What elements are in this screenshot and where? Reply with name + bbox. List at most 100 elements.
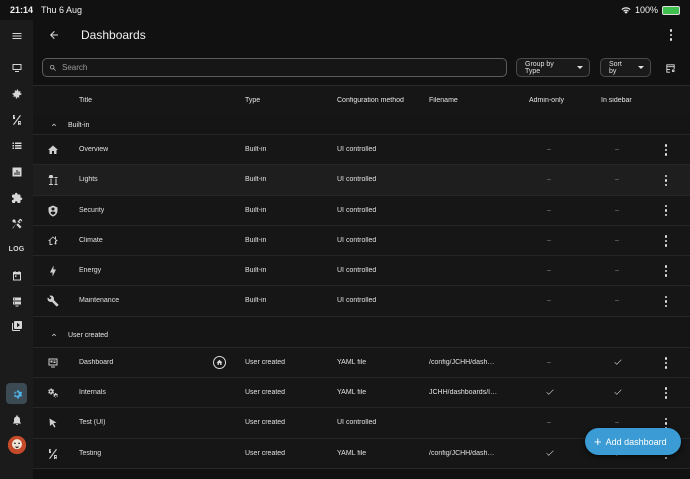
table-row[interactable]: Lights Built-in UI controlled – – (33, 165, 690, 196)
column-config[interactable]: Configuration method (337, 97, 404, 104)
cell-config: UI controlled (337, 176, 377, 184)
group-by-label: Group by Type (525, 60, 554, 75)
add-dashboard-button[interactable]: + Add dashboard (585, 428, 681, 455)
group-by-dropdown[interactable]: Group by Type (516, 58, 590, 77)
cell-sidebar: – (615, 419, 619, 427)
menu-icon[interactable] (6, 25, 27, 46)
check-icon (545, 450, 555, 460)
cursor-icon (47, 417, 59, 429)
cell-sidebar: – (615, 267, 619, 275)
notifications-icon[interactable] (6, 409, 27, 430)
row-menu-button[interactable] (663, 204, 669, 217)
row-menu-button[interactable] (663, 235, 669, 247)
cell-admin (545, 387, 555, 399)
automations-icon[interactable] (6, 83, 27, 104)
cell-title: Overview (79, 146, 109, 153)
column-title[interactable]: Title (79, 97, 92, 104)
cell-type: User created (245, 389, 286, 397)
calendar-icon[interactable] (6, 265, 27, 286)
cell-title: Climate (79, 236, 103, 244)
table-cog-icon (665, 63, 675, 73)
row-menu-button[interactable] (663, 265, 669, 277)
cell-config: UI controlled (337, 267, 377, 275)
group-header-user[interactable]: User created (33, 316, 690, 348)
sort-by-label: Sort by (609, 60, 622, 75)
column-admin[interactable]: Admin-only (529, 97, 564, 104)
chevron-up-icon (50, 121, 58, 129)
table-row[interactable]: Internals User created YAML file JCHH/dashb… (33, 378, 690, 409)
more-options-button[interactable] (664, 28, 678, 42)
row-menu-button[interactable] (663, 295, 669, 308)
page-title: Dashboards (81, 28, 146, 42)
back-button[interactable] (39, 20, 69, 50)
cell-filename: /config/JCHH/dash… (429, 358, 495, 366)
cell-sidebar: – (615, 206, 619, 214)
column-type[interactable]: Type (245, 97, 260, 104)
log-icon[interactable]: LOG (6, 239, 27, 260)
cell-title: Dashboard (79, 358, 114, 366)
cell-admin: – (547, 206, 551, 214)
user-avatar[interactable] (6, 434, 27, 455)
cell-type: Built-in (245, 176, 267, 184)
table-row[interactable]: Security Built-in UI controlled – – (33, 195, 690, 226)
row-menu-button[interactable] (663, 144, 669, 156)
battery-percent: 100% (634, 5, 658, 15)
tools-icon[interactable] (6, 213, 27, 234)
toolbar: Group by Type Sort by (33, 50, 690, 86)
cell-filename: /config/JCHH/dash… (429, 449, 495, 457)
table-row[interactable]: Energy Built-in UI controlled – – (33, 256, 690, 287)
status-time: 21:14 (10, 5, 34, 15)
table-row[interactable]: Overview Built-in UI controlled – – (33, 135, 690, 166)
overview-icon[interactable] (6, 57, 27, 78)
group-label: Built-in (68, 121, 90, 129)
check-icon (613, 359, 623, 369)
puzzle-icon[interactable] (6, 187, 27, 208)
floor-lamp-icon (47, 174, 59, 186)
cell-config: YAML file (337, 449, 367, 457)
chart-icon[interactable] (6, 161, 27, 182)
status-bar: 21:14 Thu 6 Aug 100% (0, 0, 690, 20)
cell-admin (545, 448, 555, 460)
check-icon (613, 389, 623, 399)
cell-admin: – (547, 236, 551, 244)
ab-testing-icon[interactable] (6, 109, 27, 130)
table-settings-button[interactable] (662, 60, 678, 76)
search-input[interactable] (62, 63, 462, 72)
row-menu-button[interactable] (663, 174, 669, 187)
row-menu-button[interactable] (663, 357, 669, 369)
table-row[interactable]: Dashboard User created YAML file/config/JC… (33, 347, 690, 379)
cell-title: Testing (79, 449, 102, 457)
media-icon[interactable] (6, 315, 27, 336)
cell-type: User created (245, 449, 286, 457)
cell-title: Security (79, 206, 105, 214)
settings-icon[interactable] (6, 383, 27, 404)
table-row[interactable]: Maintenance Built-in UI controlled – – (33, 286, 690, 317)
group-label: User created (68, 331, 109, 339)
sort-by-dropdown[interactable]: Sort by (600, 58, 651, 77)
log-label: LOG (8, 246, 25, 253)
app-bar: Dashboards (33, 20, 690, 50)
cell-title: Internals (79, 389, 106, 397)
column-sidebar[interactable]: In sidebar (601, 97, 632, 104)
cell-admin: – (547, 419, 551, 427)
cell-sidebar (613, 387, 623, 399)
chevron-up-icon (50, 331, 58, 339)
cell-config: YAML file (337, 358, 367, 366)
cell-sidebar: – (615, 297, 619, 305)
cell-type: Built-in (245, 267, 267, 275)
plus-icon: + (594, 434, 602, 449)
row-menu-button[interactable] (663, 387, 669, 399)
column-filename[interactable]: Filename (429, 97, 458, 104)
table-row[interactable]: Climate Built-in UI controlled – – (33, 225, 690, 257)
cell-filename: JCHH/dashboards/I… (429, 389, 498, 397)
cell-admin: – (547, 297, 551, 305)
caret-down-icon (638, 66, 644, 69)
status-date: Thu 6 Aug (41, 5, 83, 15)
server-icon[interactable] (6, 291, 27, 312)
cell-title: Maintenance (79, 297, 120, 305)
list-icon[interactable] (6, 135, 27, 156)
wifi-icon (621, 7, 631, 14)
group-header-builtin[interactable]: Built-in (33, 116, 690, 135)
cell-type: User created (245, 419, 286, 427)
cogs-icon (47, 387, 59, 399)
